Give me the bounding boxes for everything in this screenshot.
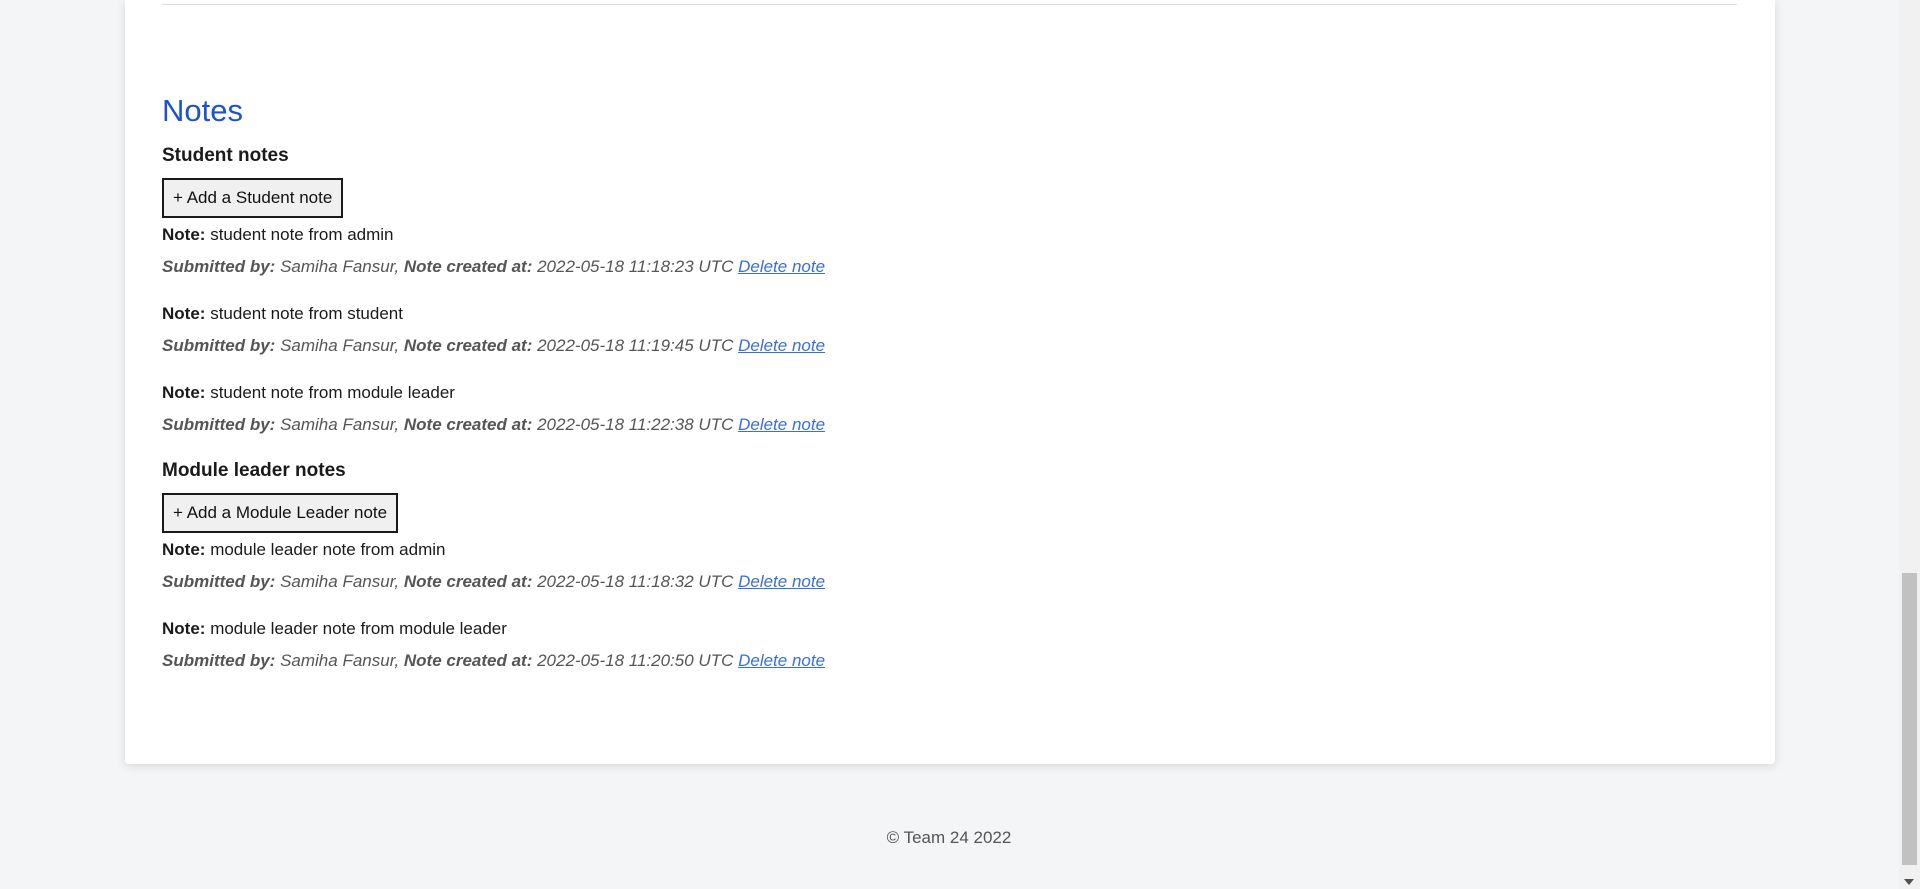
created-at-label: Note created at: bbox=[403, 336, 533, 355]
notes-section: Notes Student notes + Add a Student note… bbox=[162, 88, 1737, 671]
note-timestamp: 2022-05-18 11:18:23 UTC bbox=[537, 257, 734, 276]
footer-copyright: © Team 24 2022 bbox=[886, 828, 1012, 847]
note-meta: Submitted by: Samiha Fansur, Note create… bbox=[162, 414, 1737, 435]
student-note-item: Note: student note from student Submitte… bbox=[162, 303, 1737, 356]
notes-title: Notes bbox=[162, 93, 243, 128]
scroll-down-arrow-icon[interactable] bbox=[1904, 879, 1914, 885]
note-text: Note: module leader note from admin bbox=[162, 539, 1737, 560]
created-at-label: Note created at: bbox=[403, 257, 533, 276]
note-meta: Submitted by: Samiha Fansur, Note create… bbox=[162, 256, 1737, 277]
delete-note-link[interactable]: Delete note bbox=[738, 651, 825, 670]
student-notes-section: Student notes + Add a Student note Note:… bbox=[162, 142, 1737, 435]
note-timestamp: 2022-05-18 11:18:32 UTC bbox=[537, 572, 734, 591]
module-leader-notes-heading: Module leader notes bbox=[162, 460, 346, 481]
delete-note-link[interactable]: Delete note bbox=[738, 257, 825, 276]
page: Notes Student notes + Add a Student note… bbox=[0, 0, 1920, 889]
note-body: module leader note from module leader bbox=[210, 619, 507, 638]
delete-note-link[interactable]: Delete note bbox=[738, 415, 825, 434]
note-meta: Submitted by: Samiha Fansur, Note create… bbox=[162, 335, 1737, 356]
submitted-by-label: Submitted by: bbox=[162, 257, 276, 276]
note-body: module leader note from admin bbox=[210, 540, 446, 559]
note-body: student note from admin bbox=[210, 225, 394, 244]
note-label: Note: bbox=[162, 304, 206, 323]
student-note-item: Note: student note from module leader Su… bbox=[162, 382, 1737, 435]
note-label: Note: bbox=[162, 619, 206, 638]
created-at-label: Note created at: bbox=[403, 572, 533, 591]
student-note-item: Note: student note from admin Submitted … bbox=[162, 224, 1737, 277]
note-author: Samiha Fansur, bbox=[280, 651, 400, 670]
note-meta: Submitted by: Samiha Fansur, Note create… bbox=[162, 571, 1737, 592]
add-module-leader-note-button[interactable]: + Add a Module Leader note bbox=[162, 493, 399, 533]
module-leader-notes-section: Module leader notes + Add a Module Leade… bbox=[162, 457, 1737, 671]
note-timestamp: 2022-05-18 11:20:50 UTC bbox=[537, 651, 734, 670]
note-timestamp: 2022-05-18 11:19:45 UTC bbox=[537, 336, 734, 355]
note-timestamp: 2022-05-18 11:22:38 UTC bbox=[537, 415, 734, 434]
content-card: Notes Student notes + Add a Student note… bbox=[125, 0, 1775, 764]
note-text: Note: student note from module leader bbox=[162, 382, 1737, 403]
note-label: Note: bbox=[162, 225, 206, 244]
note-body: student note from module leader bbox=[210, 383, 455, 402]
vertical-scrollbar[interactable] bbox=[1899, 0, 1920, 889]
note-meta: Submitted by: Samiha Fansur, Note create… bbox=[162, 650, 1737, 671]
note-label: Note: bbox=[162, 540, 206, 559]
delete-note-link[interactable]: Delete note bbox=[738, 336, 825, 355]
note-author: Samiha Fansur, bbox=[280, 415, 400, 434]
submitted-by-label: Submitted by: bbox=[162, 572, 276, 591]
note-author: Samiha Fansur, bbox=[280, 572, 400, 591]
created-at-label: Note created at: bbox=[403, 651, 533, 670]
submitted-by-label: Submitted by: bbox=[162, 415, 276, 434]
divider bbox=[162, 4, 1737, 5]
note-author: Samiha Fansur, bbox=[280, 257, 400, 276]
student-notes-heading: Student notes bbox=[162, 145, 289, 166]
add-student-note-button[interactable]: + Add a Student note bbox=[162, 178, 344, 218]
note-text: Note: student note from admin bbox=[162, 224, 1737, 245]
note-text: Note: module leader note from module lea… bbox=[162, 618, 1737, 639]
submitted-by-label: Submitted by: bbox=[162, 336, 276, 355]
note-body: student note from student bbox=[210, 304, 403, 323]
module-leader-note-item: Note: module leader note from admin Subm… bbox=[162, 539, 1737, 592]
note-label: Note: bbox=[162, 383, 206, 402]
note-text: Note: student note from student bbox=[162, 303, 1737, 324]
module-leader-note-item: Note: module leader note from module lea… bbox=[162, 618, 1737, 671]
note-author: Samiha Fansur, bbox=[280, 336, 400, 355]
scrollbar-thumb[interactable] bbox=[1902, 573, 1917, 865]
created-at-label: Note created at: bbox=[403, 415, 533, 434]
submitted-by-label: Submitted by: bbox=[162, 651, 276, 670]
delete-note-link[interactable]: Delete note bbox=[738, 572, 825, 591]
